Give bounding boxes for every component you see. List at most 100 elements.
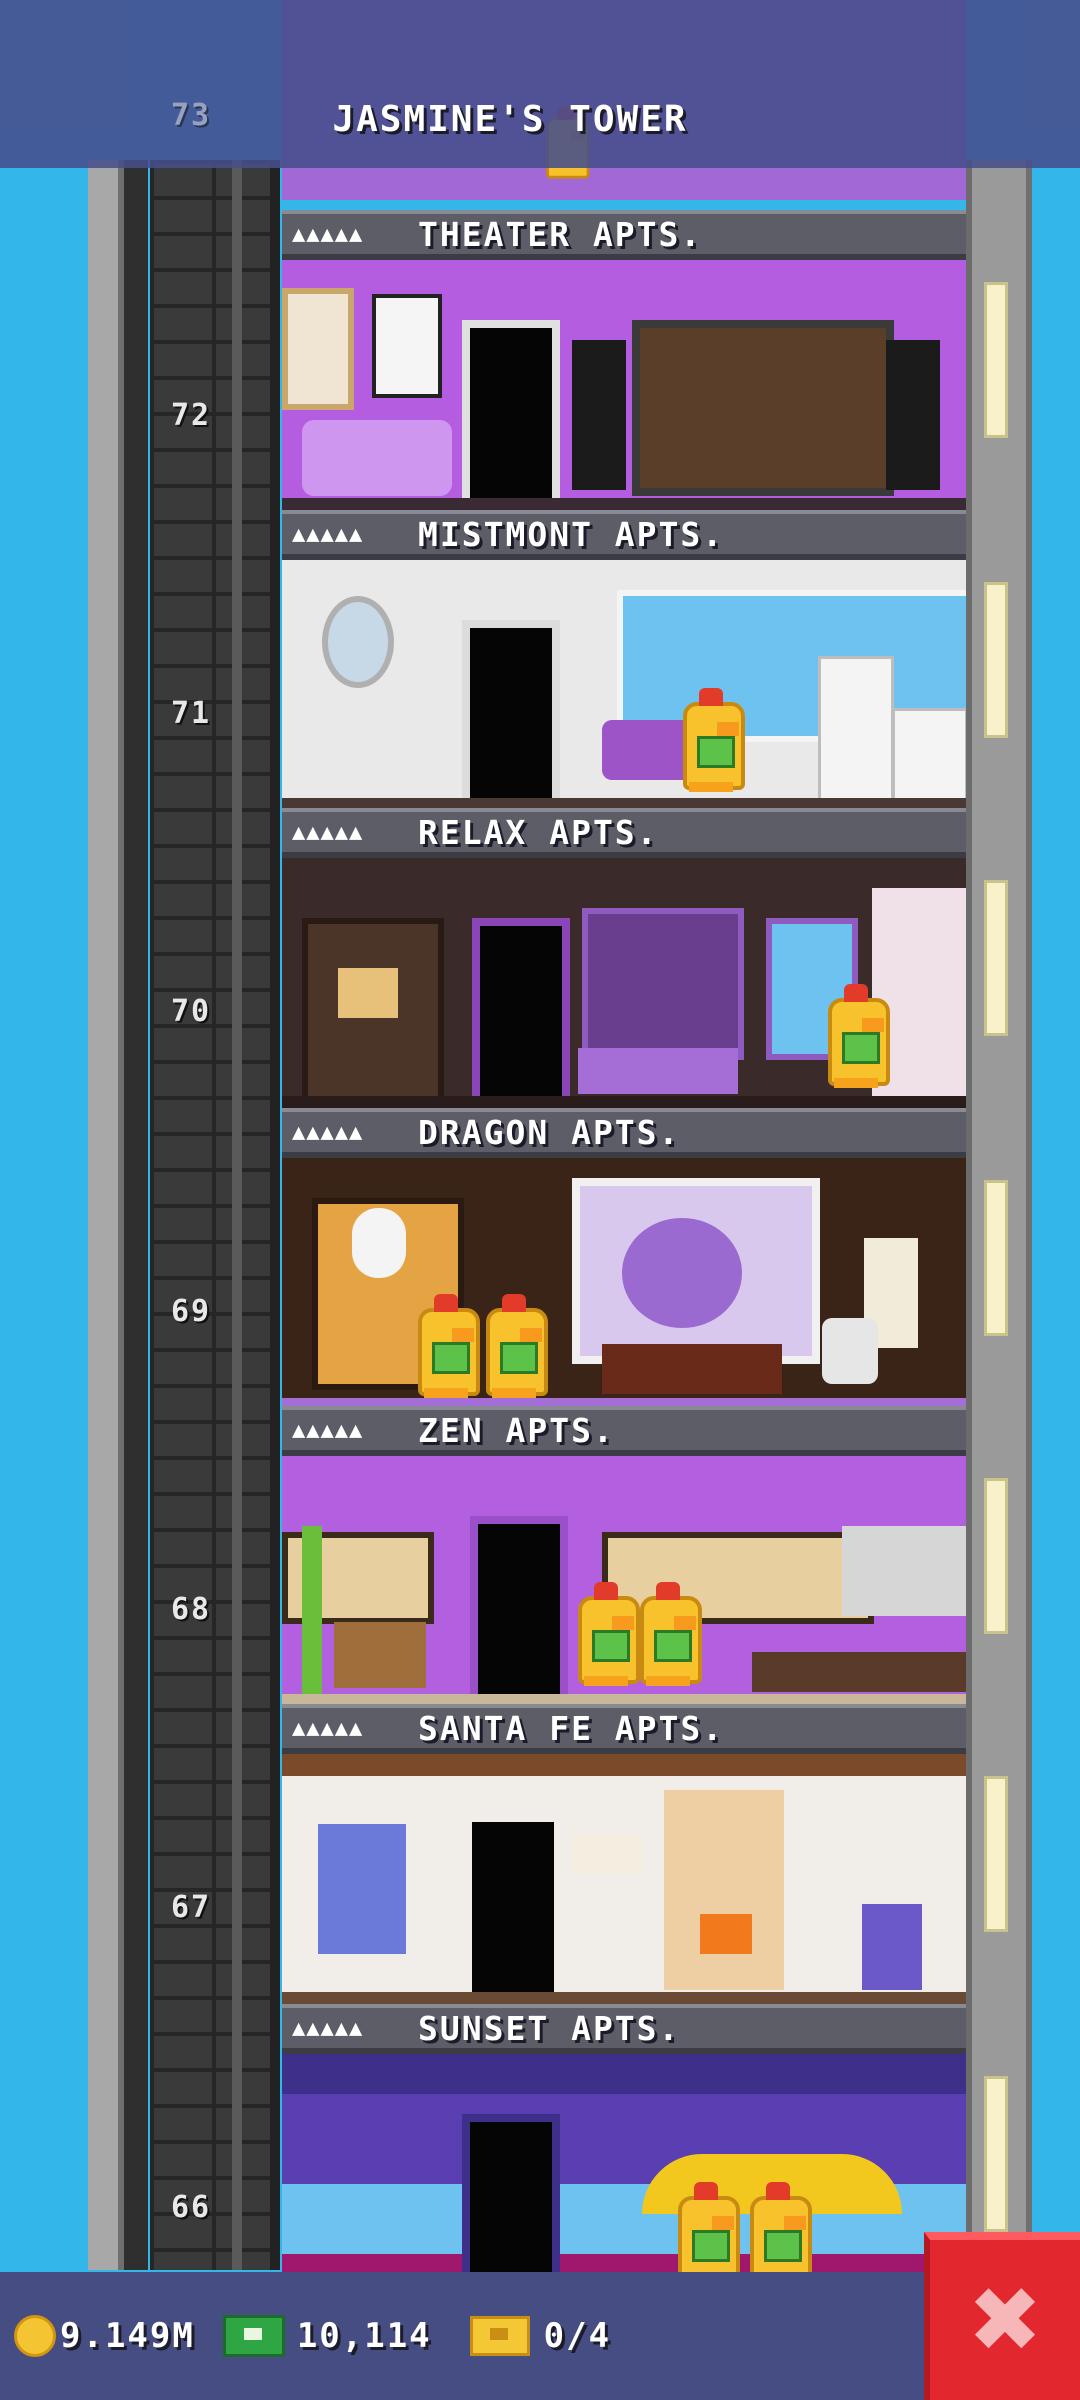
awning xyxy=(282,2054,966,2094)
fridge xyxy=(818,656,894,802)
vip-value: 0/4 xyxy=(543,2316,612,2356)
coins-value: 9.149M xyxy=(60,2316,195,2356)
mirror xyxy=(322,596,394,688)
room-relax[interactable] xyxy=(282,858,966,1108)
coin-icon xyxy=(14,2315,56,2357)
star-rating-icon: ▲▲▲▲▲ xyxy=(292,1715,364,1741)
floor-sign: ▲▲▲▲▲ THEATER APTS. xyxy=(282,210,966,260)
pillar-light xyxy=(984,2076,1008,2232)
star-rating-icon: ▲▲▲▲▲ xyxy=(292,1417,364,1443)
star-rating-icon: ▲▲▲▲▲ xyxy=(292,819,364,845)
apartment-door[interactable] xyxy=(462,620,560,798)
bitizen[interactable] xyxy=(672,2164,740,2288)
star-rating-icon: ▲▲▲▲▲ xyxy=(292,2015,364,2041)
tower-left-shadow xyxy=(124,160,148,2270)
apartment-door[interactable] xyxy=(462,2114,560,2292)
pillar-light xyxy=(984,880,1008,1036)
elevator-shaft[interactable] xyxy=(150,160,274,2270)
floor-number: 71 xyxy=(170,696,212,731)
apartment-door[interactable] xyxy=(470,1516,568,1694)
floor-santa-fe[interactable]: ▲▲▲▲▲ SANTA FE APTS. xyxy=(282,1704,966,2004)
tower-title: JASMINE'S TOWER xyxy=(332,99,688,140)
room-santa-fe[interactable] xyxy=(282,1754,966,2004)
floor-number: 73 xyxy=(170,98,212,133)
floor-sign: ▲▲▲▲▲ SUNSET APTS. xyxy=(282,2004,966,2054)
floor-theater[interactable]: ▲▲▲▲▲ THEATER APTS. xyxy=(282,210,966,510)
robot-cat[interactable] xyxy=(822,1318,878,1384)
counter xyxy=(752,1652,966,1692)
fireplace xyxy=(664,1790,784,1990)
vip-ticket-icon xyxy=(469,2316,530,2356)
floor-number: 66 xyxy=(170,2190,212,2225)
bitizen[interactable] xyxy=(480,1276,548,1400)
apartment-door[interactable] xyxy=(472,918,570,1096)
close-icon: ✖ xyxy=(967,2267,1043,2373)
skull-decor xyxy=(572,1834,642,1874)
speaker xyxy=(886,340,940,490)
tower-title-bar: JASMINE'S TOWER xyxy=(0,0,1080,168)
close-button[interactable]: ✖ xyxy=(924,2232,1080,2400)
room-sunset[interactable] xyxy=(282,2054,966,2304)
floor-name: MISTMONT APTS. xyxy=(418,514,725,554)
floor-sign: ▲▲▲▲▲ DRAGON APTS. xyxy=(282,1108,966,1158)
bitizen[interactable] xyxy=(677,670,745,794)
pillar-light xyxy=(984,1180,1008,1336)
bitizen[interactable] xyxy=(634,1564,702,1688)
floor-sign: ▲▲▲▲▲ RELAX APTS. xyxy=(282,808,966,858)
floor-number: 68 xyxy=(170,1592,212,1627)
cabinet xyxy=(334,1622,426,1688)
pillar-light xyxy=(984,582,1008,738)
movie-poster xyxy=(372,294,442,398)
bux-icon xyxy=(222,2315,285,2357)
lamp xyxy=(338,968,398,1018)
floor-name: RELAX APTS. xyxy=(418,812,659,852)
floor-number: 70 xyxy=(170,994,212,1029)
floor-dragon[interactable]: ▲▲▲▲▲ DRAGON APTS. xyxy=(282,1108,966,1408)
chair xyxy=(862,1904,922,1990)
headboard xyxy=(582,908,744,1060)
speaker xyxy=(572,340,626,490)
tv-screen xyxy=(632,320,894,496)
floor-sign: ▲▲▲▲▲ SANTA FE APTS. xyxy=(282,1704,966,1754)
ceiling-beams xyxy=(282,1754,966,1776)
floor-number: 67 xyxy=(170,1890,212,1925)
floor-number: 72 xyxy=(170,398,212,433)
floor-name: THEATER APTS. xyxy=(418,214,703,254)
floor-relax[interactable]: ▲▲▲▲▲ RELAX APTS. xyxy=(282,808,966,1108)
room-theater[interactable] xyxy=(282,260,966,510)
pillar-light xyxy=(984,282,1008,438)
floor-mistmont[interactable]: ▲▲▲▲▲ MISTMONT APTS. xyxy=(282,510,966,810)
lantern xyxy=(352,1208,406,1278)
room-zen[interactable] xyxy=(282,1456,966,1706)
bitizen[interactable] xyxy=(822,966,890,1090)
star-rating-icon: ▲▲▲▲▲ xyxy=(292,221,364,247)
bitizen[interactable] xyxy=(744,2164,812,2288)
room-dragon[interactable] xyxy=(282,1158,966,1408)
coins-stat: 9.149M xyxy=(14,2315,195,2357)
floor-sunset[interactable]: ▲▲▲▲▲ SUNSET APTS. xyxy=(282,2004,966,2304)
oven xyxy=(892,708,966,802)
bitizen[interactable] xyxy=(412,1276,480,1400)
floor-number: 69 xyxy=(170,1294,212,1329)
vip-stat: 0/4 xyxy=(446,2316,611,2356)
status-bar: 9.149M 10,114 0/4 xyxy=(0,2272,924,2400)
floor-name: DRAGON APTS. xyxy=(418,1112,681,1152)
pillar-light xyxy=(984,1776,1008,1932)
pillar-light xyxy=(984,1478,1008,1634)
cabinet xyxy=(842,1526,966,1616)
movie-poster xyxy=(282,288,354,410)
tower-left-wall xyxy=(88,160,124,2270)
floor-name: ZEN APTS. xyxy=(418,1410,615,1450)
floor-sign: ▲▲▲▲▲ MISTMONT APTS. xyxy=(282,510,966,560)
floor-zen[interactable]: ▲▲▲▲▲ ZEN APTS. xyxy=(282,1406,966,1706)
room-mistmont[interactable] xyxy=(282,560,966,810)
floor-name: SANTA FE APTS. xyxy=(418,1708,725,1748)
apartment-door[interactable] xyxy=(464,1814,562,1992)
bitizen[interactable] xyxy=(572,1564,640,1688)
bux-value: 10,114 xyxy=(296,2316,432,2356)
dragon-emblem xyxy=(622,1218,742,1328)
apartment-door[interactable] xyxy=(462,320,560,498)
star-rating-icon: ▲▲▲▲▲ xyxy=(292,1119,364,1145)
elevator-rail xyxy=(270,160,280,2270)
fire xyxy=(700,1914,752,1954)
